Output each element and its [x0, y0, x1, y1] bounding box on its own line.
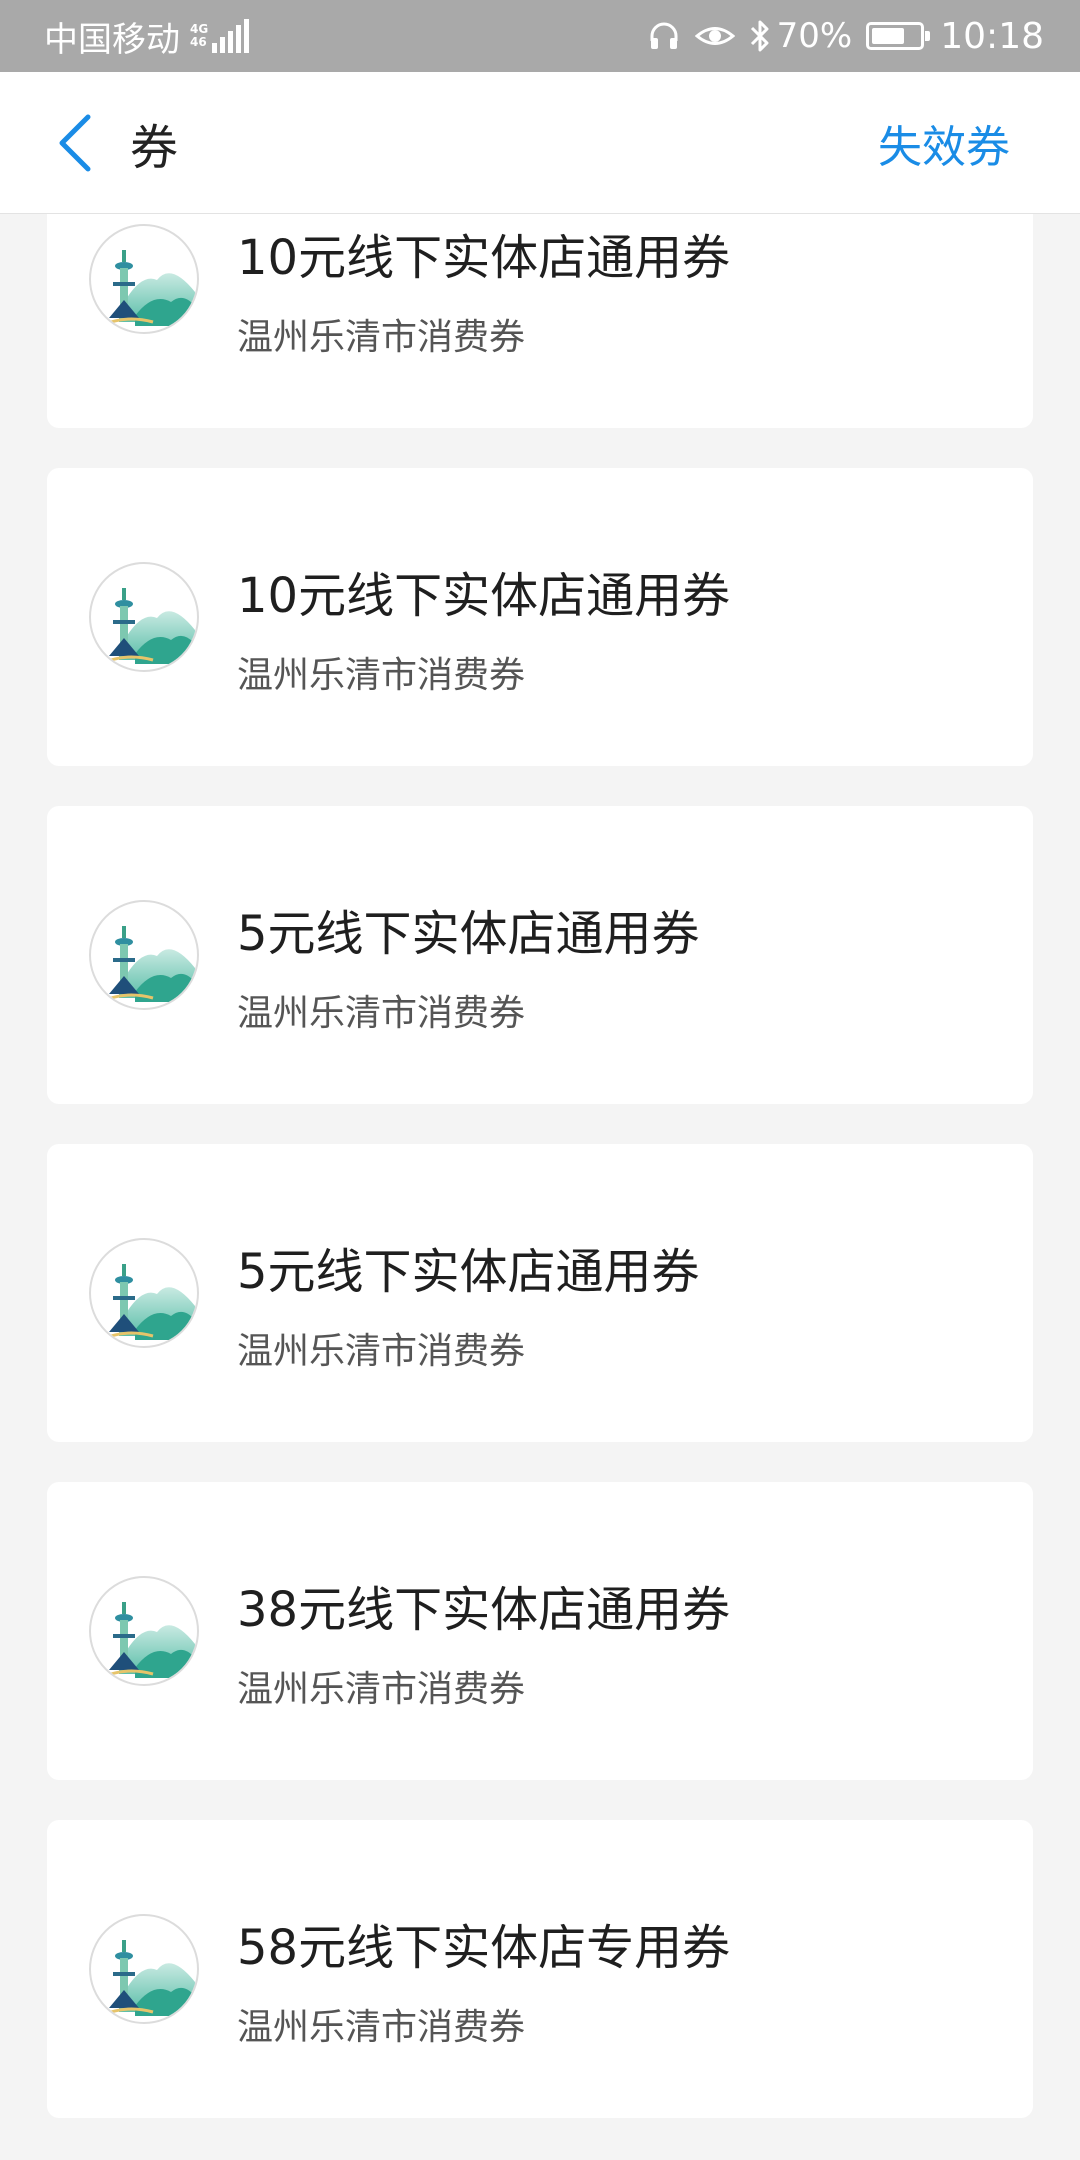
- clock: 10:18: [940, 15, 1044, 57]
- coupon-logo-icon: [89, 1576, 199, 1686]
- coupon-title: 38元线下实体店通用券: [237, 1582, 731, 1638]
- coupon-card[interactable]: 5元线下实体店通用券温州乐清市消费券: [47, 1144, 1033, 1442]
- coupon-title: 5元线下实体店通用券: [237, 1244, 700, 1300]
- coupon-logo-icon: [89, 1914, 199, 2024]
- signal-icon: [212, 19, 252, 53]
- coupon-subtitle: 温州乐清市消费券: [237, 993, 526, 1034]
- coupon-logo-icon: [89, 562, 199, 672]
- coupon-card[interactable]: 58元线下实体店专用券温州乐清市消费券: [47, 1820, 1033, 2118]
- coupon-title: 10元线下实体店通用券: [237, 568, 731, 624]
- page-title: 券: [130, 120, 179, 176]
- carrier-name: 中国移动: [44, 19, 180, 60]
- expired-coupons-link[interactable]: 失效券: [878, 72, 1010, 214]
- status-left: 中国移动 4G 46: [44, 0, 252, 72]
- coupon-title: 5元线下实体店通用券: [237, 906, 700, 962]
- coupon-subtitle: 温州乐清市消费券: [237, 317, 526, 358]
- coupon-subtitle: 温州乐清市消费券: [237, 1331, 526, 1372]
- status-bar: 中国移动 4G 46 70% 10:18: [0, 0, 1080, 72]
- coupon-title: 58元线下实体店专用券: [237, 1920, 731, 1976]
- battery-icon: [866, 22, 931, 50]
- coupon-title: 10元线下实体店通用券: [237, 230, 731, 286]
- coupon-subtitle: 温州乐清市消费券: [237, 2007, 526, 2048]
- coupon-logo-icon: [89, 224, 199, 334]
- coupon-card[interactable]: 10元线下实体店通用券温州乐清市消费券: [47, 214, 1033, 428]
- network-type: 4G 46: [190, 22, 209, 49]
- coupon-card[interactable]: 38元线下实体店通用券温州乐清市消费券: [47, 1482, 1033, 1780]
- battery-percent: 70%: [776, 16, 853, 56]
- headset-icon: [650, 22, 678, 49]
- coupon-card[interactable]: 10元线下实体店通用券温州乐清市消费券: [47, 468, 1033, 766]
- back-button[interactable]: [44, 110, 104, 176]
- coupon-logo-icon: [89, 1238, 199, 1348]
- coupon-card[interactable]: 5元线下实体店通用券温州乐清市消费券: [47, 806, 1033, 1104]
- eye-icon: [694, 27, 735, 45]
- coupon-logo-icon: [89, 900, 199, 1010]
- status-right: 70% 10:18: [633, 0, 1044, 72]
- coupon-subtitle: 温州乐清市消费券: [237, 655, 526, 696]
- bluetooth-icon: [750, 20, 769, 52]
- chevron-left-icon: [59, 114, 91, 172]
- coupon-list: 10元线下实体店通用券 温州乐清市消费券 10元线下实体店通用券 温州乐清市消费券: [0, 214, 1080, 2160]
- nav-bar: 券 失效券: [0, 72, 1080, 214]
- coupon-subtitle: 温州乐清市消费券: [237, 1669, 526, 1710]
